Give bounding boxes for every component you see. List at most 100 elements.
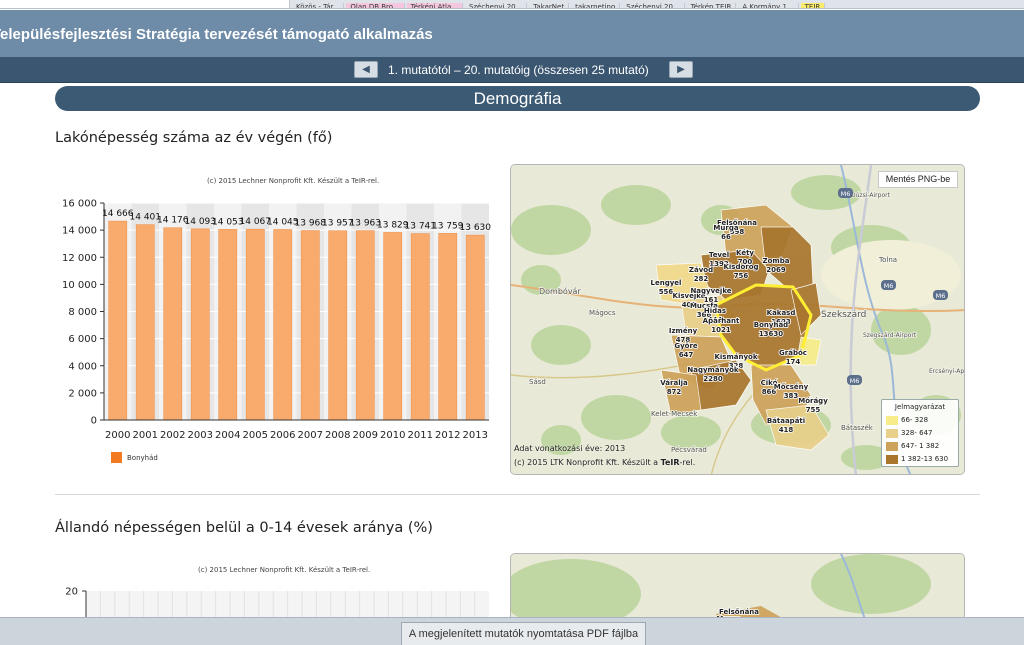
population-map[interactable]: Felsőnána 598 Murga 66 Kéty 700 Zomba 2069 Tevel…: [510, 164, 965, 475]
x-tick-label-2008: 2008: [325, 430, 350, 441]
save-png-button[interactable]: Mentés PNG-be: [878, 171, 958, 188]
bar-2010[interactable]: [383, 232, 403, 421]
y-tick-label: 8 000: [68, 307, 97, 318]
map-legend-range-3: 1 382-13 630: [901, 455, 949, 463]
map-legend-swatch-0: [886, 415, 898, 425]
indicator-title-1: Lakónépesség száma az év végén (fő): [55, 130, 333, 146]
road-badge-label-2: M6: [850, 377, 860, 385]
map-credit: (c) 2015 LTK Nonprofit Kft. Készült a Te…: [514, 458, 695, 467]
bookmark-2[interactable]: Olan DB Bro...: [346, 3, 405, 8]
print-bar: A megjelenített mutatók nyomtatása PDF f…: [0, 617, 1024, 645]
chart-credit-2: (c) 2015 Lechner Nonprofit Kft. Készült …: [198, 566, 371, 574]
bookmark-4[interactable]: Széchenyi 20...: [465, 3, 528, 8]
settlement-value-zomba: 2069: [766, 266, 786, 274]
place-label-4: Sásd: [529, 378, 546, 386]
map-legend-swatch-3: [886, 454, 898, 464]
x-tick-label-2007: 2007: [298, 430, 323, 441]
x-tick-label-2006: 2006: [270, 430, 295, 441]
x-tick-label-2005: 2005: [243, 430, 268, 441]
bar-2012[interactable]: [438, 233, 458, 421]
place-label-10: Ercsényi-Ap: [929, 368, 964, 375]
y-tick-label: 16 000: [62, 199, 97, 210]
settlement-name-bonyh-d: Bonyhád: [754, 321, 788, 329]
bookmark-8[interactable]: Térkép TEIR: [687, 3, 737, 8]
settlement-value-aparhant: 1021: [711, 326, 731, 334]
y-tick-label-2: 20: [65, 587, 78, 598]
map-legend-row-1: 328- 647: [886, 428, 932, 438]
bar-2007[interactable]: [300, 230, 320, 421]
settlement-name-b-taap-ti: Bátaapáti: [767, 417, 805, 425]
bookmark-7[interactable]: Széchenyi 20...: [622, 3, 685, 8]
bar-2006[interactable]: [273, 229, 293, 421]
settlement-name-lengyel: Lengyel: [651, 279, 682, 287]
settlement-name-k-ty: Kéty: [736, 249, 754, 257]
settlement-name-nagym-nyok: Nagymányok: [687, 366, 739, 374]
place-label-8: Szegszárd-Airport: [863, 332, 917, 339]
map-legend-row-0: 66- 328: [886, 415, 928, 425]
x-tick-label-2001: 2001: [133, 430, 158, 441]
settlement-name-zomba: Zomba: [763, 257, 790, 265]
bar-2001[interactable]: [135, 224, 155, 421]
settlement-name-m-r-gy: Mórágy: [798, 397, 828, 405]
indicator-title-2: Állandó népességen belül a 0-14 évesek a…: [55, 520, 433, 536]
settlement-value-m-r-gy: 755: [806, 406, 821, 414]
bookmark-5[interactable]: TakarNet: [529, 3, 570, 8]
population-bar-chart: 0 2 000 4 000 6 000 8 000 10 000 12 000 14 000 1…: [62, 199, 491, 442]
print-pdf-button[interactable]: A megjelenített mutatók nyomtatása PDF f…: [401, 622, 646, 645]
settlement-value-gr-b-c: 174: [786, 358, 801, 366]
place-label-0: Dombóvár: [539, 286, 581, 296]
bar-2011[interactable]: [410, 233, 430, 421]
forest-area: [531, 325, 591, 365]
bar-2004[interactable]: [218, 229, 238, 421]
settlement-name-nagyvejke: Nagyvejke: [690, 287, 731, 295]
section-banner-demografia: Demográfia: [55, 86, 980, 111]
child-ratio-chart: 20: [65, 587, 489, 620]
settlement-value-bonyh-d: 13630: [759, 330, 783, 338]
x-tick-label-2002: 2002: [160, 430, 185, 441]
bar-2009[interactable]: [355, 230, 375, 421]
bookmark-1[interactable]: Közös - Tár...: [292, 3, 345, 8]
settlement-name-gy-re: Györe: [674, 342, 698, 350]
map-legend: Jelmagyarázat 66- 328 328- 647 647- 1 382 1…: [881, 399, 959, 467]
settlement-name-z-vod: Závod: [689, 266, 713, 274]
y-tick-label: 12 000: [62, 253, 97, 264]
forest-area: [601, 185, 671, 225]
x-tick-label-2010: 2010: [380, 430, 405, 441]
map-legend-row-2: 647- 1 382: [886, 441, 939, 451]
bar-2002[interactable]: [163, 227, 183, 421]
prev-page-button[interactable]: ◀: [354, 61, 378, 78]
app-header: Településfejlesztési Stratégia tervezésé…: [0, 10, 1024, 57]
bar-2005[interactable]: [245, 228, 265, 421]
y-tick-label: 14 000: [62, 226, 97, 237]
x-tick-label-2011: 2011: [408, 430, 433, 441]
bar-2013[interactable]: [465, 234, 485, 421]
next-page-button[interactable]: ▶: [669, 61, 693, 78]
bookmark-0[interactable]: [0, 0, 290, 8]
map-credit-prefix: (c) 2015 LTK Nonprofit Kft. Készült a: [514, 458, 661, 467]
bookmark-10[interactable]: TEIR: [800, 3, 826, 8]
settlement-name-tevel: Tevel: [709, 251, 729, 259]
section-divider: [55, 494, 980, 495]
bookmark-9[interactable]: A Kormány 1...: [738, 3, 799, 8]
settlement-value-gy-re: 647: [679, 351, 694, 359]
bookmark-6[interactable]: takarnetino: [571, 3, 621, 8]
y-tick-label: 2 000: [68, 388, 97, 399]
bookmark-3[interactable]: Térképi Atla...: [406, 3, 463, 8]
settlement-name-murga: Murga: [713, 224, 738, 232]
bar-2000[interactable]: [108, 220, 128, 421]
legend-swatch-bonyhad[interactable]: [111, 452, 122, 463]
road-badge-label-3: M6: [936, 292, 946, 300]
forest-area: [511, 205, 591, 255]
bar-2008[interactable]: [328, 230, 348, 421]
place-label-2: Szekszárd: [821, 310, 866, 320]
browser-bookmarks-bar: Közös - Tár... Olan DB Bro... Térképi Atla…: [0, 0, 1024, 9]
x-tick-label-2012: 2012: [435, 430, 460, 441]
y-tick-label: 4 000: [68, 361, 97, 372]
bar-2003[interactable]: [190, 228, 210, 421]
settlement-name-v-ralja: Váralja: [660, 379, 688, 387]
chart-credit-1: (c) 2015 Lechner Nonprofit Kft. Készült …: [207, 177, 380, 185]
map-credit-suffix: -rel.: [679, 458, 696, 467]
x-tick-label-2013: 2013: [463, 430, 488, 441]
y-tick-label: 10 000: [62, 280, 97, 291]
settlement-name-kism-nyok: Kismányok: [714, 353, 757, 361]
